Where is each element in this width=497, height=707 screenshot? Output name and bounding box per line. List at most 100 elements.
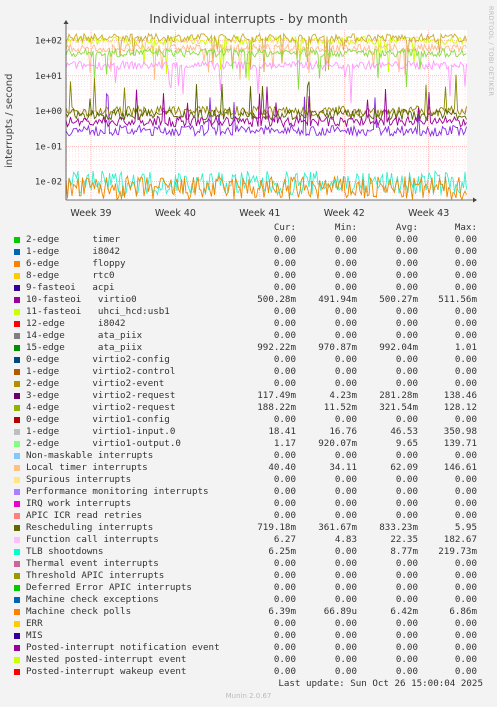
legend-cur-value: 0.00 <box>273 246 296 257</box>
munin-version: Munin 2.0.67 <box>225 692 272 700</box>
legend-cur-value: 0.00 <box>273 558 296 569</box>
legend-max-value: 182.67 <box>443 534 477 545</box>
legend-row: 11-fasteoi uhci_hcd:usb1 0.00 0.00 0.00 0.00 <box>0 306 497 318</box>
legend-max-value: 0.00 <box>454 378 477 389</box>
legend-cur-value: 0.00 <box>273 570 296 581</box>
legend-row: 1-edge i8042 0.00 0.00 0.00 0.00 <box>0 246 497 258</box>
legend-cur-value: 0.00 <box>273 618 296 629</box>
legend-avg-value: 0.00 <box>395 330 418 341</box>
legend-avg-value: 62.09 <box>390 462 418 473</box>
legend-min-value: 0.00 <box>334 414 357 425</box>
x-tick-label: Week 40 <box>155 208 196 219</box>
legend-swatch <box>14 309 20 315</box>
legend-series-name: TLB shootdowns <box>26 546 104 557</box>
legend-max-value: 0.00 <box>454 306 477 317</box>
legend-row: 0-edge virtio2-config 0.00 0.00 0.00 0.00 <box>0 354 497 366</box>
legend-min-value: 34.11 <box>329 462 357 473</box>
legend-avg-value: 0.00 <box>395 366 418 377</box>
legend-row: Thermal event interrupts 0.00 0.00 0.00 0.00 <box>0 558 497 570</box>
legend-series-name: 0-edge virtio2-config <box>26 354 170 365</box>
legend-swatch <box>14 597 20 603</box>
legend-row: APIC ICR read retries 0.00 0.00 0.00 0.00 <box>0 510 497 522</box>
legend-cur-value: 0.00 <box>273 318 296 329</box>
legend-min-value: 4.23m <box>329 390 357 401</box>
legend-min-value: 0.00 <box>334 246 357 257</box>
legend-max-value: 0.00 <box>454 450 477 461</box>
legend-avg-value: 0.00 <box>395 486 418 497</box>
legend-min-value: 4.83 <box>334 534 357 545</box>
legend-swatch <box>14 333 20 339</box>
legend-avg-value: 0.00 <box>395 354 418 365</box>
legend-max-value: 0.00 <box>454 354 477 365</box>
legend-max-value: 0.00 <box>454 654 477 665</box>
legend-series-name: 0-edge virtio1-config <box>26 414 170 425</box>
legend-row: Posted-interrupt wakeup event 0.00 0.00 0.0… <box>0 666 497 678</box>
legend-min-value: 66.89u <box>323 606 357 617</box>
legend-max-value: 0.00 <box>454 258 477 269</box>
legend-avg-value: 0.00 <box>395 378 418 389</box>
header-max: Max: <box>454 222 477 233</box>
legend-series-name: 2-edge virtio2-event <box>26 378 165 389</box>
x-tick-label: Week 39 <box>70 208 111 219</box>
legend-max-value: 128.12 <box>443 402 477 413</box>
legend-avg-value: 992.04m <box>379 342 418 353</box>
legend-max-value: 0.00 <box>454 234 477 245</box>
legend-swatch <box>14 549 20 555</box>
legend-cur-value: 0.00 <box>273 450 296 461</box>
legend-avg-value: 0.00 <box>395 642 418 653</box>
legend-cur-value: 0.00 <box>273 270 296 281</box>
legend-series-name: 10-fasteoi virtio0 <box>26 294 137 305</box>
legend-row: 9-fasteoi acpi 0.00 0.00 0.00 0.00 <box>0 282 497 294</box>
legend-series-name: 8-edge rtc0 <box>26 270 115 281</box>
legend-swatch <box>14 633 20 639</box>
legend-row: Spurious interrupts 0.00 0.00 0.00 0.00 <box>0 474 497 486</box>
legend-min-value: 0.00 <box>334 234 357 245</box>
legend-series-name: 2-edge virtio1-output.0 <box>26 438 181 449</box>
legend-series-name: 6-edge floppy <box>26 258 126 269</box>
legend-min-value: 0.00 <box>334 510 357 521</box>
legend-row: 8-edge rtc0 0.00 0.00 0.00 0.00 <box>0 270 497 282</box>
legend-min-value: 0.00 <box>334 654 357 665</box>
legend-cur-value: 0.00 <box>273 378 296 389</box>
legend-swatch <box>14 609 20 615</box>
legend-min-value: 0.00 <box>334 666 357 677</box>
legend-swatch <box>14 285 20 291</box>
legend-max-value: 0.00 <box>454 474 477 485</box>
legend-avg-value: 0.00 <box>395 654 418 665</box>
legend-series-name: 11-fasteoi uhci_hcd:usb1 <box>26 306 170 317</box>
legend-max-value: 0.00 <box>454 270 477 281</box>
legend-series-name: 9-fasteoi acpi <box>26 282 115 293</box>
legend-min-value: 0.00 <box>334 318 357 329</box>
legend-row: MIS 0.00 0.00 0.00 0.00 <box>0 630 497 642</box>
legend-cur-value: 0.00 <box>273 666 296 677</box>
legend-swatch <box>14 297 20 303</box>
legend-cur-value: 992.22m <box>257 342 296 353</box>
legend-swatch <box>14 585 20 591</box>
legend-row: Rescheduling interrupts 719.18m 361.67m 833… <box>0 522 497 534</box>
legend-min-value: 0.00 <box>334 558 357 569</box>
legend-swatch <box>14 405 20 411</box>
legend-max-value: 5.95 <box>454 522 477 533</box>
legend-swatch <box>14 501 20 507</box>
legend-cur-value: 0.00 <box>273 330 296 341</box>
legend-series-name: Rescheduling interrupts <box>26 522 154 533</box>
x-tick-label: Week 41 <box>239 208 280 219</box>
legend-max-value: 219.73m <box>438 546 477 557</box>
legend-min-value: 0.00 <box>334 330 357 341</box>
legend-row: Posted-interrupt notification event 0.00 0… <box>0 642 497 654</box>
legend-avg-value: 0.00 <box>395 258 418 269</box>
legend-min-value: 920.07m <box>318 438 357 449</box>
legend-min-value: 0.00 <box>334 594 357 605</box>
legend-max-value: 0.00 <box>454 594 477 605</box>
legend-min-value: 0.00 <box>334 378 357 389</box>
legend-avg-value: 500.27m <box>379 294 418 305</box>
legend-cur-value: 719.18m <box>257 522 296 533</box>
legend-swatch <box>14 621 20 627</box>
legend-avg-value: 0.00 <box>395 582 418 593</box>
legend-row: 2-edge virtio1-output.0 1.17 920.07m 9.65 13… <box>0 438 497 450</box>
legend-min-value: 0.00 <box>334 618 357 629</box>
legend-series-name: Machine check polls <box>26 606 132 617</box>
legend-avg-value: 0.00 <box>395 270 418 281</box>
legend-min-value: 0.00 <box>334 642 357 653</box>
legend-max-value: 0.00 <box>454 510 477 521</box>
